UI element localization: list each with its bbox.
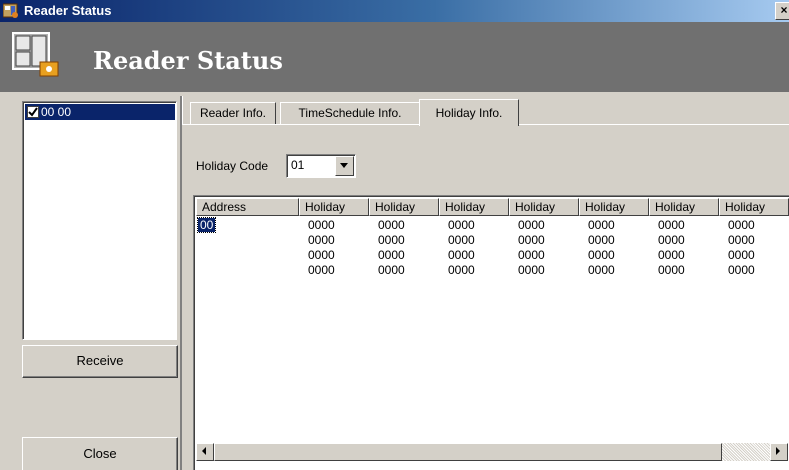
table-cell: 0000: [518, 248, 545, 262]
arrow-right-icon: [776, 447, 780, 455]
table-cell: 0000: [728, 248, 755, 262]
reader-checkbox[interactable]: [27, 106, 39, 118]
checkmark-icon: [28, 107, 38, 117]
table-cell: 0000: [448, 248, 475, 262]
table-cell: 0000: [588, 218, 615, 232]
reader-status-icon: [12, 32, 59, 77]
column-header[interactable]: Holiday: [369, 198, 439, 216]
tab-reader-info[interactable]: Reader Info.: [190, 102, 276, 125]
holiday-code-select[interactable]: 01: [286, 154, 356, 178]
address-cell[interactable]: 00: [196, 217, 217, 233]
table-cell: 0000: [728, 233, 755, 247]
table-cell: 0000: [308, 233, 335, 247]
table-cell: 0000: [658, 263, 685, 277]
app-icon: [3, 3, 18, 18]
header-band: Reader Status: [0, 22, 789, 92]
holiday-info-panel: Holiday Code 01 Address Holiday Holiday …: [182, 124, 789, 470]
table-cell: 0000: [448, 218, 475, 232]
table-cell: 0000: [658, 233, 685, 247]
scroll-left-button[interactable]: [196, 443, 214, 461]
column-header[interactable]: Holiday: [719, 198, 789, 216]
column-header-address[interactable]: Address: [196, 198, 299, 216]
table-cell: 0000: [728, 218, 755, 232]
table-cell: 0000: [378, 218, 405, 232]
dropdown-button[interactable]: [335, 156, 354, 176]
scroll-right-button[interactable]: [770, 443, 788, 461]
tab-timeschedule-info[interactable]: TimeSchedule Info.: [280, 102, 420, 125]
table-cell: 0000: [448, 233, 475, 247]
table-cell: 0000: [658, 218, 685, 232]
table-cell: 0000: [378, 263, 405, 277]
chevron-down-icon: [340, 163, 348, 168]
table-cell: 0000: [728, 263, 755, 277]
reader-status-window: Reader Status × Reader Status 00 00 Rece…: [0, 0, 789, 470]
table-cell: 0000: [658, 248, 685, 262]
column-header[interactable]: Holiday: [649, 198, 719, 216]
horizontal-scrollbar[interactable]: [196, 443, 788, 461]
table-cell: 0000: [588, 263, 615, 277]
table-cell: 0000: [588, 248, 615, 262]
close-button[interactable]: Close: [22, 437, 178, 470]
scroll-track[interactable]: [722, 443, 770, 461]
column-header[interactable]: Holiday: [579, 198, 649, 216]
reader-listbox[interactable]: 00 00: [22, 101, 177, 340]
column-header[interactable]: Holiday: [299, 198, 369, 216]
column-header[interactable]: Holiday: [509, 198, 579, 216]
table-cell: 0000: [518, 218, 545, 232]
title-bar[interactable]: Reader Status ×: [0, 0, 789, 22]
table-cell: 0000: [518, 233, 545, 247]
header-title: Reader Status: [93, 46, 283, 75]
arrow-left-icon: [202, 447, 206, 455]
holiday-code-value: 01: [291, 158, 305, 172]
list-item[interactable]: 00 00: [25, 104, 175, 120]
table-cell: 0000: [308, 248, 335, 262]
scroll-thumb[interactable]: [214, 443, 722, 461]
holiday-grid[interactable]: Address Holiday Holiday Holiday Holiday …: [193, 195, 789, 470]
close-icon[interactable]: ×: [775, 2, 789, 20]
table-cell: 0000: [308, 263, 335, 277]
holiday-code-label: Holiday Code: [196, 159, 269, 173]
table-cell: 0000: [588, 233, 615, 247]
window-title: Reader Status: [24, 3, 112, 18]
receive-button[interactable]: Receive: [22, 345, 178, 378]
table-cell: 0000: [518, 263, 545, 277]
tab-holiday-info[interactable]: Holiday Info.: [419, 99, 519, 126]
table-cell: 0000: [378, 248, 405, 262]
table-cell: 0000: [308, 218, 335, 232]
table-cell: 0000: [378, 233, 405, 247]
list-item-label: 00 00: [41, 105, 72, 119]
column-header[interactable]: Holiday: [439, 198, 509, 216]
table-cell: 0000: [448, 263, 475, 277]
